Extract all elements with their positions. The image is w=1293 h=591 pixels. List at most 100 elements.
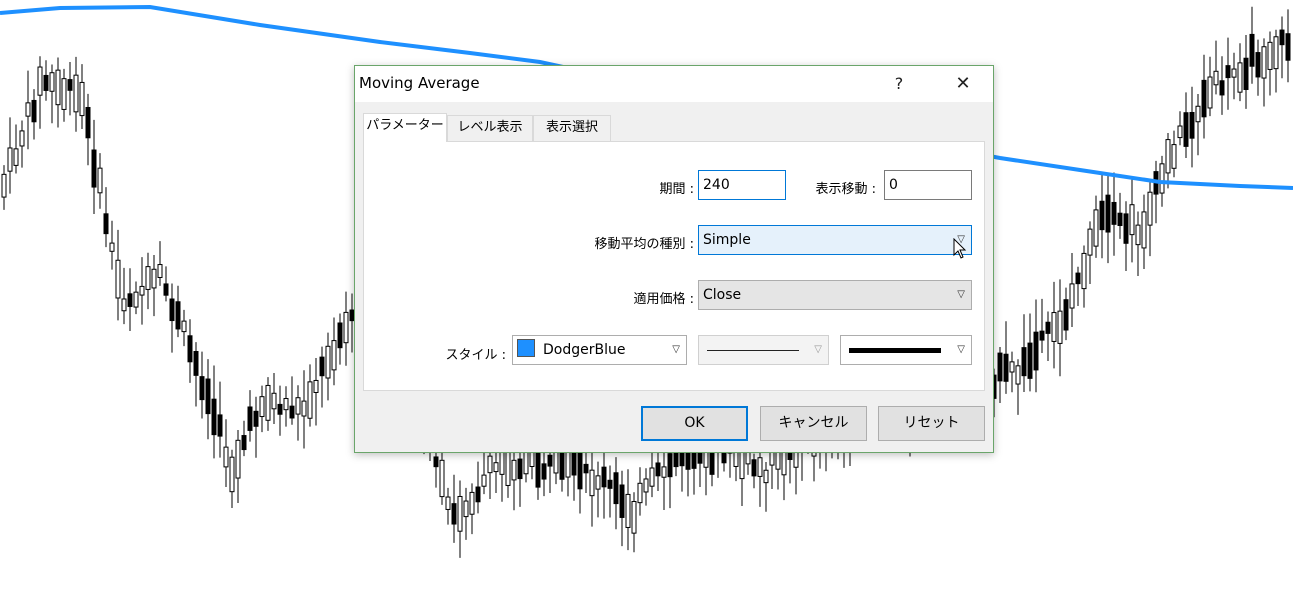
tab-parameters[interactable]: パラメーター	[363, 113, 447, 142]
candle-body	[1171, 144, 1177, 169]
candle-body	[649, 467, 655, 487]
candle-body	[463, 500, 469, 518]
candle-body	[103, 213, 109, 235]
candle-body	[271, 392, 277, 410]
candle-body	[487, 455, 493, 474]
chevron-down-icon: ▽	[672, 344, 680, 355]
candle-body	[661, 466, 667, 478]
mouse-cursor-icon	[953, 238, 967, 259]
candle-body	[1255, 52, 1261, 78]
candle-body	[439, 459, 445, 498]
candle-body	[295, 397, 301, 415]
candle-body	[1183, 112, 1189, 147]
candle-body	[1267, 41, 1273, 70]
color-select[interactable]: DodgerBlue ▽	[512, 335, 687, 365]
candle-body	[1105, 194, 1111, 233]
candle-body	[31, 99, 37, 123]
close-button[interactable]: ✕	[947, 70, 979, 98]
candle-body	[241, 435, 247, 451]
candle-body	[151, 268, 157, 289]
candle-body	[1207, 76, 1213, 109]
candle-body	[565, 450, 571, 478]
price-select[interactable]: Close ▽	[698, 280, 972, 310]
candle-body	[547, 454, 553, 467]
candle-body	[325, 345, 331, 379]
candle-body	[1177, 125, 1183, 139]
candle-body	[1063, 299, 1069, 331]
candle-body	[97, 167, 103, 194]
candle-body	[133, 291, 139, 308]
candle-body	[667, 453, 673, 478]
candle-body	[1243, 57, 1249, 90]
candle-body	[511, 459, 517, 481]
period-input[interactable]: 240	[698, 170, 786, 200]
candle-body	[1261, 46, 1267, 79]
candle-body	[205, 378, 211, 415]
candle-body	[625, 493, 631, 528]
candle-body	[157, 264, 163, 278]
candle-body	[85, 106, 91, 139]
candle-body	[55, 69, 61, 106]
candle-body	[643, 478, 649, 493]
candle-body	[1087, 228, 1093, 256]
style-label: スタイル :	[445, 348, 506, 363]
candle-body	[253, 410, 259, 427]
ok-button[interactable]: OK	[641, 406, 748, 441]
candle-body	[1147, 191, 1153, 226]
candle-body	[73, 74, 79, 113]
candle-body	[163, 283, 169, 296]
candle-body	[115, 259, 121, 299]
candle-body	[331, 340, 337, 371]
candle-body	[1189, 111, 1195, 139]
candle-body	[1009, 361, 1015, 373]
line-style-select[interactable]: ▽	[698, 335, 829, 365]
candle-body	[187, 335, 193, 363]
method-label: 移動平均の種別 :	[594, 237, 694, 252]
candle-body	[1015, 365, 1021, 385]
tab-levels[interactable]: レベル表示	[447, 115, 533, 141]
help-button[interactable]: ?	[885, 70, 913, 98]
tab-visualization[interactable]: 表示選択	[533, 115, 611, 141]
candle-body	[1231, 68, 1237, 78]
candle-body	[79, 81, 85, 117]
candle-body	[1123, 213, 1129, 244]
candle-body	[127, 293, 133, 307]
candle-body	[43, 74, 49, 91]
candle-body	[733, 451, 739, 467]
candle-body	[1, 173, 7, 198]
candle-body	[193, 351, 199, 376]
period-label: 期間 :	[659, 182, 694, 197]
candle-body	[217, 414, 223, 437]
candle-body	[1081, 252, 1087, 290]
candle-body	[757, 457, 763, 477]
reset-button[interactable]: リセット	[878, 406, 985, 441]
line-width-select[interactable]: ▽	[840, 335, 972, 365]
candle-body	[247, 406, 253, 431]
method-select[interactable]: Simple ▽	[698, 225, 972, 259]
price-label: 適用価格 :	[633, 292, 694, 307]
candle-body	[235, 439, 241, 479]
candle-body	[535, 449, 541, 488]
cancel-button[interactable]: キャンセル	[760, 406, 867, 441]
candle-body	[19, 130, 25, 147]
candle-body	[1117, 212, 1123, 227]
candle-body	[763, 469, 769, 484]
candle-body	[139, 285, 145, 296]
candle-body	[541, 463, 547, 480]
candle-body	[583, 463, 589, 474]
candle-body	[343, 311, 349, 344]
candle-body	[229, 456, 235, 493]
candle-body	[265, 384, 271, 421]
candle-body	[1075, 272, 1081, 285]
candle-body	[91, 149, 97, 188]
candle-body	[1045, 321, 1051, 334]
candle-body	[7, 147, 13, 172]
candle-body	[277, 403, 283, 415]
candle-body	[1201, 79, 1207, 118]
candle-body	[685, 450, 691, 470]
candle-body	[1099, 200, 1105, 231]
candle-body	[475, 486, 481, 503]
candle-body	[1141, 211, 1147, 249]
shift-input[interactable]: 0	[884, 170, 972, 200]
candle-body	[589, 469, 595, 497]
